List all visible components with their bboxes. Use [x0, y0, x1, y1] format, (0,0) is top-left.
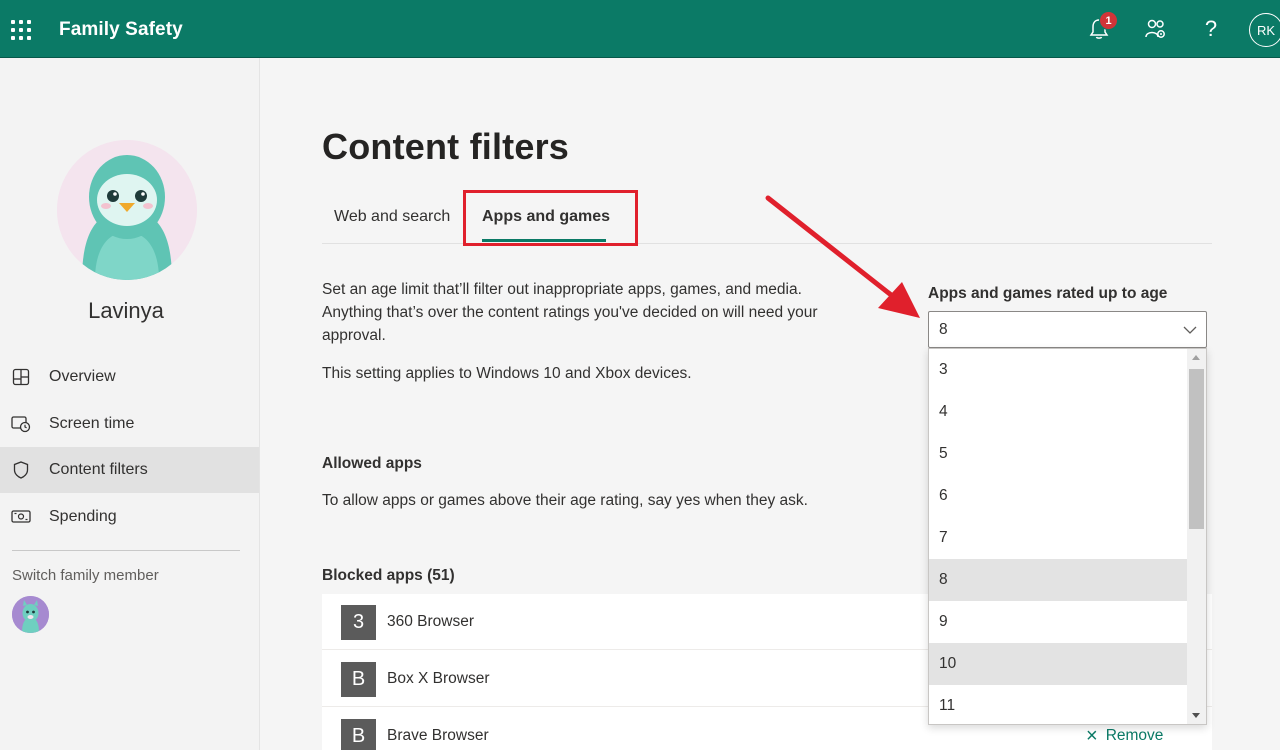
user-avatar[interactable]: RK — [1249, 13, 1280, 47]
age-option-selected[interactable]: 8 — [929, 559, 1189, 601]
sidebar-item-label: Content filters — [49, 461, 148, 478]
spending-icon — [11, 507, 31, 527]
family-settings-icon[interactable] — [1141, 14, 1171, 44]
highlight-box-annotation — [463, 190, 638, 246]
close-icon: × — [1086, 725, 1098, 747]
sidebar-item-content-filters[interactable]: Content filters — [0, 447, 259, 493]
sidebar-item-label: Spending — [49, 508, 117, 525]
sidebar-divider — [12, 550, 240, 551]
chevron-down-icon — [1182, 322, 1198, 343]
page-title: Content filters — [322, 126, 570, 167]
app-tile-icon: B — [341, 719, 376, 750]
red-arrow-annotation — [765, 195, 920, 318]
app-name: 360 Browser — [387, 613, 475, 630]
sidebar-item-label: Overview — [49, 368, 116, 385]
age-option[interactable]: 11 — [929, 685, 1189, 724]
switch-family-member-label: Switch family member — [12, 567, 159, 584]
sidebar-item-overview[interactable]: Overview — [0, 354, 259, 400]
age-option[interactable]: 3 — [929, 349, 1189, 391]
screen-time-icon — [11, 414, 31, 434]
app-tile-icon: B — [341, 662, 376, 697]
app-name: Box X Browser — [387, 670, 490, 687]
scrollbar-thumb[interactable] — [1189, 369, 1204, 529]
age-option[interactable]: 5 — [929, 433, 1189, 475]
applies-to-text: This setting applies to Windows 10 and X… — [322, 365, 692, 382]
dropdown-scrollbar[interactable] — [1187, 349, 1206, 724]
age-option-hovered[interactable]: 10 — [929, 643, 1189, 685]
allowed-apps-heading: Allowed apps — [322, 455, 422, 472]
age-select[interactable]: 8 — [928, 311, 1207, 348]
scroll-down-arrow-icon[interactable] — [1192, 713, 1200, 718]
help-icon[interactable]: ? — [1196, 14, 1226, 44]
age-option[interactable]: 6 — [929, 475, 1189, 517]
remove-button[interactable]: × Remove — [1086, 726, 1163, 746]
sidebar-item-label: Screen time — [49, 415, 135, 432]
member-profile-picture — [57, 140, 197, 280]
family-member-avatar[interactable] — [12, 596, 49, 633]
notification-badge: 1 — [1099, 11, 1118, 30]
age-select-value: 8 — [939, 321, 948, 338]
app-launcher-icon[interactable] — [11, 20, 31, 40]
age-filter-label: Apps and games rated up to age — [928, 285, 1168, 302]
age-option[interactable]: 9 — [929, 601, 1189, 643]
age-option[interactable]: 7 — [929, 517, 1189, 559]
overview-icon — [11, 367, 31, 387]
app-name: Brave Browser — [387, 727, 489, 744]
member-name: Lavinya — [88, 298, 164, 323]
sidebar: Lavinya Overview Screen time Content fil… — [0, 58, 260, 750]
app-title[interactable]: Family Safety — [59, 19, 183, 41]
blocked-apps-heading: Blocked apps (51) — [322, 567, 455, 584]
scroll-up-arrow-icon[interactable] — [1192, 355, 1200, 360]
age-dropdown-list: 3 4 5 6 7 8 9 10 11 — [928, 348, 1207, 725]
allowed-apps-description: To allow apps or games above their age r… — [322, 492, 808, 509]
remove-label: Remove — [1105, 727, 1164, 744]
age-option[interactable]: 4 — [929, 391, 1189, 433]
sidebar-item-spending[interactable]: Spending — [0, 494, 259, 540]
app-tile-icon: 3 — [341, 605, 376, 640]
sidebar-item-screen-time[interactable]: Screen time — [0, 401, 259, 447]
tab-web-and-search[interactable]: Web and search — [334, 208, 450, 226]
top-bar: Family Safety 1 ? RK — [0, 0, 1280, 58]
shield-icon — [11, 460, 31, 480]
